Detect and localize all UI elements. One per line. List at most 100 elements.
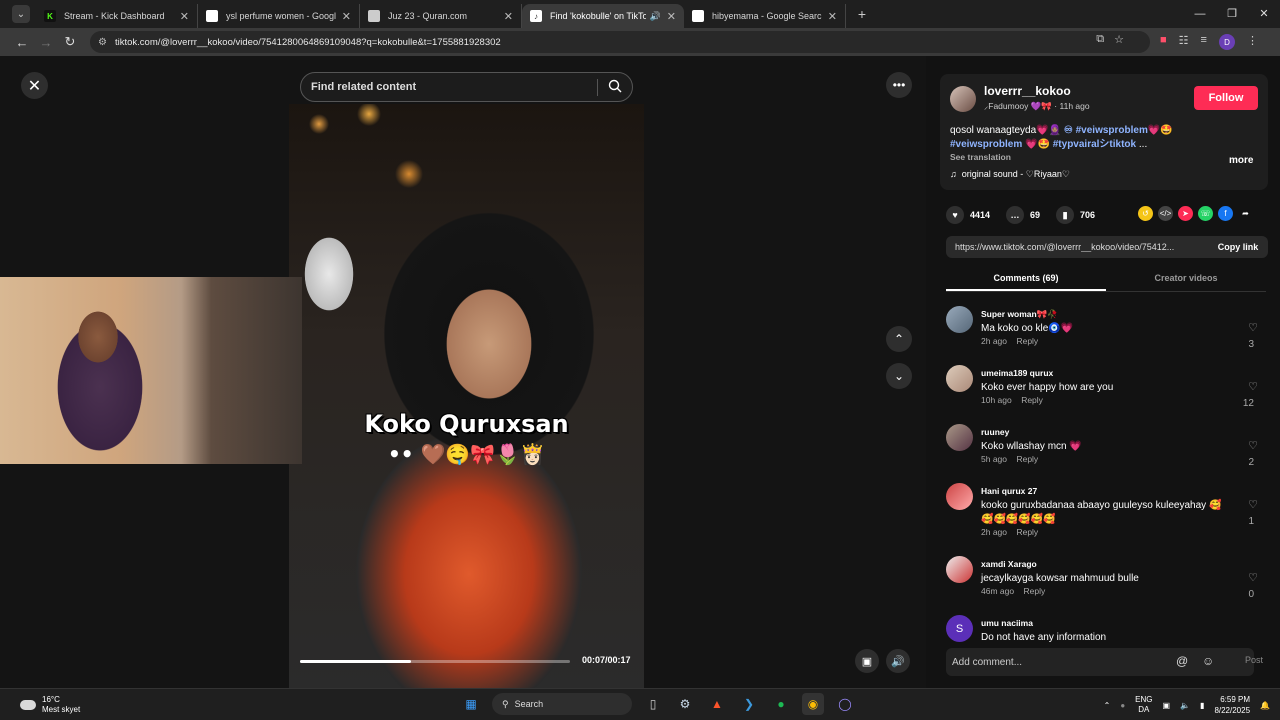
author-username[interactable]: loverrr__kokoo xyxy=(984,84,1071,98)
close-tab-icon[interactable]: ✕ xyxy=(667,10,676,23)
browser-tab[interactable]: ♪ Find 'kokobulle' on TikTok | 🔊 ✕ xyxy=(522,4,684,28)
maximize-button[interactable]: ❐ xyxy=(1216,0,1248,28)
comment-like-heart-icon[interactable]: ♡ xyxy=(1248,439,1258,452)
extensions-puzzle-icon[interactable]: ☷ xyxy=(1179,34,1189,50)
battery-icon[interactable]: ▮ xyxy=(1200,701,1204,710)
tab-creator-videos[interactable]: Creator videos xyxy=(1106,268,1266,291)
network-icon[interactable]: ▣ xyxy=(1163,701,1171,710)
commenter-name[interactable]: ruuney xyxy=(981,427,1009,437)
commenter-name[interactable]: Hani qurux 27 xyxy=(981,486,1037,496)
taskbar-search[interactable]: ⚲ Search xyxy=(492,693,632,715)
comment-like-heart-icon[interactable]: ♡ xyxy=(1248,321,1258,334)
facebook-icon[interactable]: f xyxy=(1218,206,1233,221)
browser-tab[interactable]: K Stream - Kick Dashboard ✕ xyxy=(36,4,198,28)
emoji-icon[interactable]: ☺ xyxy=(1202,654,1214,668)
speaker-icon[interactable]: 🔈 xyxy=(1180,701,1190,710)
copy-link-button[interactable]: Copy link xyxy=(1208,242,1268,252)
video-player[interactable]: Koko Quruxsan •• 🤎🤤🎀🌷👸🏻 xyxy=(289,104,644,688)
commenter-avatar[interactable]: S xyxy=(946,615,973,642)
share-url[interactable]: https://www.tiktok.com/@loverrr__kokoo/v… xyxy=(946,242,1208,252)
tab-comments[interactable]: Comments (69) xyxy=(946,268,1106,291)
brave-icon[interactable]: ▲ xyxy=(706,693,728,715)
notifications-bell-icon[interactable]: 🔔 xyxy=(1260,701,1270,710)
close-video-button[interactable]: ✕ xyxy=(21,72,48,99)
install-app-icon[interactable]: ⧉ xyxy=(1096,33,1104,46)
bookmark-icon[interactable]: ▮ xyxy=(1056,206,1075,224)
picture-in-picture-icon[interactable]: ▣ xyxy=(855,649,879,673)
close-tab-icon[interactable]: ✕ xyxy=(828,10,837,23)
clock[interactable]: 6:59 PM 8/22/2025 xyxy=(1214,694,1250,716)
comments-list[interactable]: Super woman🎀🥀 Ma koko oo kle🧿💗 2h ago Repl… xyxy=(946,301,1268,689)
task-view-icon[interactable]: ▯ xyxy=(642,693,664,715)
tab-search-button[interactable]: ⌄ xyxy=(12,5,30,23)
add-comment-field[interactable]: Add comment... @ ☺ xyxy=(946,648,1254,676)
address-bar[interactable]: ⚙ tiktok.com/@loverrr__kokoo/video/75412… xyxy=(90,31,1150,53)
commenter-name[interactable]: xamdi Xarago xyxy=(981,559,1037,569)
author-avatar[interactable] xyxy=(950,86,976,112)
windows-start-icon[interactable]: ▦ xyxy=(460,693,482,715)
previous-video-chevron-up-icon[interactable]: ⌃ xyxy=(886,326,912,352)
comment-like-heart-icon[interactable]: ♡ xyxy=(1248,571,1258,584)
commenter-name[interactable]: umeima189 qurux xyxy=(981,368,1053,378)
see-translation-link[interactable]: See translation xyxy=(950,152,1011,162)
show-hidden-icons-chevron-up-icon[interactable]: ⌃ xyxy=(1104,701,1111,710)
app-icon[interactable]: ◯ xyxy=(834,693,856,715)
send-to-friends-icon[interactable]: ➤ xyxy=(1178,206,1193,221)
reply-link[interactable]: Reply xyxy=(1021,395,1043,405)
microphone-icon[interactable]: ● xyxy=(1120,701,1125,710)
language-indicator[interactable]: ENG DA xyxy=(1135,695,1152,715)
commenter-avatar[interactable] xyxy=(946,424,973,451)
reload-button[interactable]: ↻ xyxy=(58,34,82,50)
next-video-chevron-down-icon[interactable]: ⌄ xyxy=(886,363,912,389)
more-options-icon[interactable]: ••• xyxy=(886,72,912,98)
whatsapp-icon[interactable]: ☏ xyxy=(1198,206,1213,221)
menu-icon[interactable]: ⋮ xyxy=(1247,34,1258,50)
follow-button[interactable]: Follow xyxy=(1194,86,1258,110)
repost-icon[interactable]: ↺ xyxy=(1138,206,1153,221)
minimize-button[interactable]: — xyxy=(1184,0,1216,28)
site-info-icon[interactable]: ⚙ xyxy=(98,37,107,48)
hashtag-link[interactable]: #veiwsproblem xyxy=(950,139,1022,150)
original-sound[interactable]: ♫ original sound - ♡Riyaan♡ xyxy=(950,169,1070,180)
commenter-avatar[interactable] xyxy=(946,556,973,583)
commenter-name[interactable]: Super woman🎀🥀 xyxy=(981,309,1058,320)
embed-code-icon[interactable]: </> xyxy=(1158,206,1173,221)
close-window-button[interactable]: ✕ xyxy=(1248,0,1280,28)
close-tab-icon[interactable]: ✕ xyxy=(504,10,513,23)
like-heart-icon[interactable]: ♥ xyxy=(946,206,964,224)
vscode-icon[interactable]: ❯ xyxy=(738,693,760,715)
comment-like-heart-icon[interactable]: ♡ xyxy=(1248,380,1258,393)
comment-bubble-icon[interactable]: … xyxy=(1006,206,1025,224)
caption-more-link[interactable]: more xyxy=(1229,155,1253,166)
reply-link[interactable]: Reply xyxy=(1016,527,1038,537)
profile-avatar[interactable]: D xyxy=(1218,34,1235,50)
bookmark-star-icon[interactable]: ☆ xyxy=(1114,33,1124,46)
reply-link[interactable]: Reply xyxy=(1016,454,1038,464)
commenter-name[interactable]: umu naciima xyxy=(981,618,1033,628)
tab-audio-icon[interactable]: 🔊 xyxy=(650,11,661,22)
hashtag-link[interactable]: #typvairalシtiktok xyxy=(1053,139,1136,150)
commenter-avatar[interactable] xyxy=(946,365,973,392)
post-comment-button[interactable]: Post xyxy=(1245,655,1263,665)
extension-icon[interactable]: ■ xyxy=(1160,34,1167,50)
close-tab-icon[interactable]: ✕ xyxy=(180,10,189,23)
search-icon[interactable] xyxy=(608,79,622,93)
comment-like-heart-icon[interactable]: ♡ xyxy=(1248,498,1258,511)
close-tab-icon[interactable]: ✕ xyxy=(342,10,351,23)
new-tab-button[interactable]: + xyxy=(852,6,872,22)
spotify-icon[interactable]: ● xyxy=(770,693,792,715)
forward-button[interactable]: → xyxy=(34,35,58,50)
reply-link[interactable]: Reply xyxy=(1016,336,1038,346)
hashtag-link[interactable]: ♾ #veiwsproblem xyxy=(1064,125,1148,136)
chrome-icon[interactable]: ◉ xyxy=(802,693,824,715)
browser-tab[interactable]: hibyemama - Google Search ✕ xyxy=(684,4,846,28)
mention-at-icon[interactable]: @ xyxy=(1176,654,1188,668)
browser-tab[interactable]: ysl perfume women - Google S ✕ xyxy=(198,4,360,28)
video-progress-bar[interactable] xyxy=(300,660,570,663)
weather-widget[interactable]: 16°C Mest skyet xyxy=(20,695,80,715)
reply-link[interactable]: Reply xyxy=(1024,586,1046,596)
find-related-search[interactable]: Find related content xyxy=(300,72,633,102)
volume-icon[interactable]: 🔊 xyxy=(886,649,910,673)
reading-list-icon[interactable]: ≡ xyxy=(1201,34,1207,50)
commenter-avatar[interactable] xyxy=(946,306,973,333)
